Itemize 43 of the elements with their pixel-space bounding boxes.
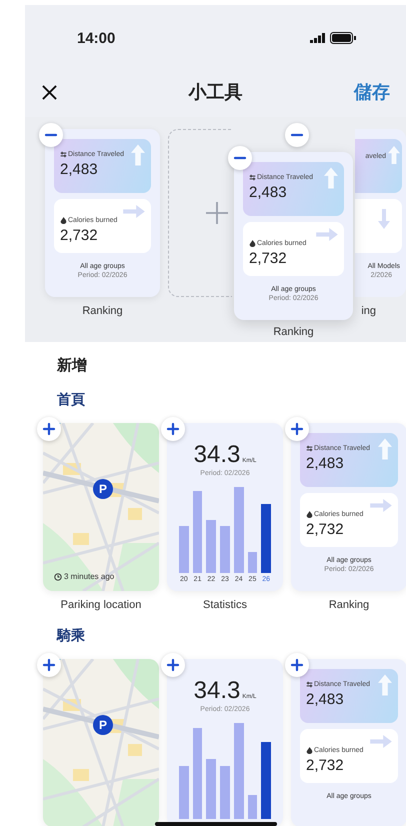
arrow-right-icon (123, 205, 145, 218)
section-heading: 新增 (56, 356, 88, 375)
save-button[interactable]: 儲存 (354, 80, 390, 104)
remove-icon[interactable] (39, 123, 63, 147)
clock-icon (54, 572, 62, 580)
arrow-up-icon (378, 674, 392, 696)
arrow-right-icon (370, 735, 392, 748)
stat-value: 2,732 (249, 250, 288, 267)
page-title: 小工具 (187, 81, 244, 104)
stat-value: 2,483 (306, 455, 345, 472)
stat-value: 2,483 (306, 691, 345, 708)
widget-label: Ranking (328, 599, 370, 611)
category-heading: 騎乘 (56, 626, 86, 645)
arrow-right-icon (370, 499, 392, 512)
arrow-up-icon (378, 438, 392, 460)
signal-icon (310, 33, 326, 43)
arrow-down-icon (378, 209, 390, 229)
widget-label: Ranking (82, 305, 123, 317)
arrow-up-icon (131, 144, 145, 166)
stat-value: 34.3 (194, 441, 240, 469)
map-card[interactable]: P 3 minutes ago (43, 423, 159, 591)
stat-value: 2,732 (306, 521, 345, 538)
remove-icon[interactable] (228, 146, 252, 170)
widget-label: ing (361, 305, 376, 317)
map-card[interactable]: P (43, 659, 159, 826)
battery-icon (330, 32, 356, 44)
widget-label: Pariking location (60, 599, 142, 611)
status-time: 14:00 (77, 30, 116, 46)
widget-label: Statistics (202, 599, 247, 611)
time-text: 3 minutes ago (64, 572, 114, 581)
stat-value: 34.3 (194, 677, 240, 705)
close-icon[interactable] (42, 84, 57, 100)
stat-value: 2,732 (306, 757, 345, 774)
stat-value: 2,483 (60, 161, 99, 178)
remove-icon[interactable] (285, 123, 309, 147)
arrow-up-icon (388, 144, 400, 166)
plus-icon (206, 202, 228, 224)
arrow-up-icon (324, 167, 338, 189)
stat-value: 2,732 (60, 227, 99, 244)
widget-label: Ranking (273, 326, 314, 338)
category-heading: 首頁 (56, 390, 86, 409)
stat-value: 2,483 (249, 184, 288, 201)
arrow-right-icon (316, 228, 338, 241)
